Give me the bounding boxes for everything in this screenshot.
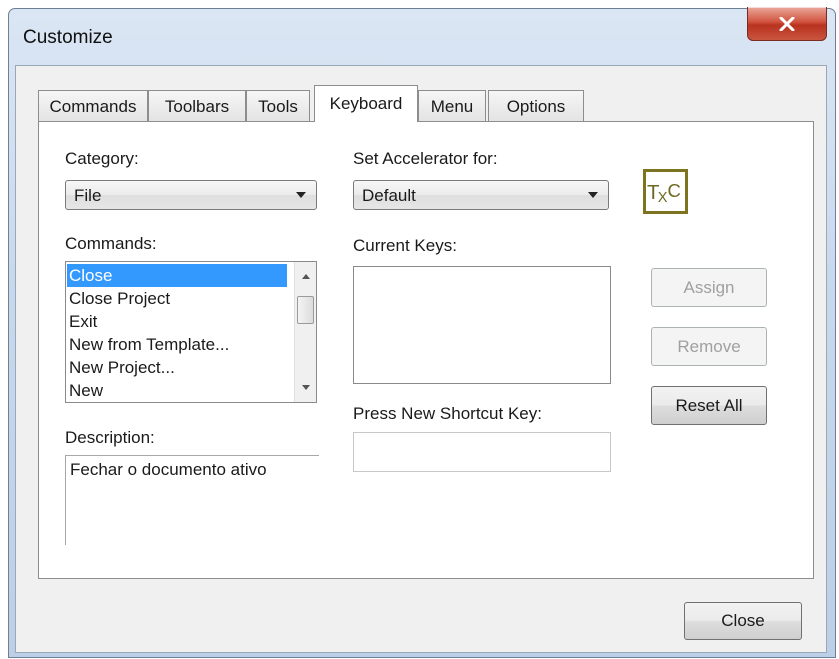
list-item[interactable]: New Project... [67,356,287,379]
commands-list[interactable]: Close Close Project Exit New from Templa… [65,261,317,403]
tab-label: Toolbars [164,96,230,116]
list-item-label: New [69,381,104,400]
tab-tools[interactable]: Tools [246,90,310,122]
category-dropdown[interactable]: File [65,180,317,210]
tab-label: Commands [49,96,137,116]
shortcut-input[interactable] [353,432,611,472]
close-icon [779,16,795,31]
category-value: File [74,186,102,205]
commands-scrollbar[interactable] [294,262,316,402]
tab-label: Menu [430,96,474,116]
list-item[interactable]: Close Project [67,287,287,310]
tab-menu[interactable]: Menu [418,90,486,122]
tab-toolbars[interactable]: Toolbars [148,90,246,122]
remove-label: Remove [677,336,741,356]
list-item[interactable]: New from Template... [67,333,287,356]
description-label: Description: [65,428,155,447]
title-bar[interactable]: Customize [9,7,835,65]
scroll-up-icon[interactable] [302,274,310,279]
txc-logo: T X C [643,169,688,214]
tab-label: Keyboard [329,94,403,113]
scroll-down-icon[interactable] [302,385,310,390]
txc-logo-icon: T X C [647,179,681,205]
close-button[interactable]: Close [684,602,802,640]
tab-label: Tools [258,96,298,116]
dialog-client-area: Commands Toolbars Tools Keyboard Menu Op… [15,65,827,653]
chevron-down-icon [296,192,306,198]
list-item[interactable]: New [67,379,287,402]
tab-commands[interactable]: Commands [38,90,148,122]
reset-all-label: Reset All [675,395,743,415]
tab-label: Options [506,96,566,116]
accelerator-label: Set Accelerator for: [353,149,498,168]
tab-strip: Commands Toolbars Tools Keyboard Menu Op… [38,85,638,122]
current-keys-label: Current Keys: [353,236,457,255]
shortcut-label: Press New Shortcut Key: [353,404,542,423]
list-item[interactable]: Exit [67,310,287,333]
window-title: Customize [23,27,113,48]
svg-text:X: X [658,189,668,205]
list-item[interactable]: Close [67,264,287,287]
scroll-thumb[interactable] [297,296,314,324]
current-keys-list[interactable] [353,266,611,384]
list-item-label: Exit [69,312,98,331]
chevron-down-icon [588,192,598,198]
list-item-label: Close [69,266,113,285]
list-item-label: New Project... [69,358,175,377]
close-label: Close [721,611,765,630]
list-item-label: Close Project [69,289,171,308]
description-text: Fechar o documento ativo [70,460,267,479]
description-box: Fechar o documento ativo [65,455,319,545]
tab-keyboard[interactable]: Keyboard [314,85,418,122]
category-label: Category: [65,149,139,168]
remove-button[interactable]: Remove [651,327,767,366]
svg-text:C: C [667,179,680,200]
commands-label: Commands: [65,234,157,253]
keyboard-tab-panel: Category: File Commands: Close Close Pro… [38,121,814,579]
window-close-button[interactable] [747,7,827,41]
customize-dialog: Customize Commands Toolbars Tools Keyboa… [8,7,836,658]
assign-button[interactable]: Assign [651,268,767,307]
accelerator-value: Default [362,186,416,205]
list-item-label: New from Template... [69,335,230,354]
accelerator-dropdown[interactable]: Default [353,180,609,210]
reset-all-button[interactable]: Reset All [651,386,767,425]
tab-options[interactable]: Options [488,90,584,122]
assign-label: Assign [683,277,735,297]
